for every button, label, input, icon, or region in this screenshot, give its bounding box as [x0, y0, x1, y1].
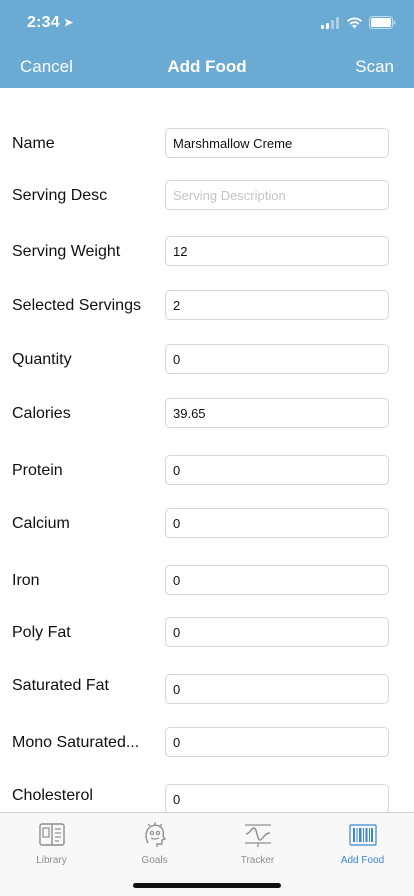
field-row-saturated-fat: Saturated Fat	[0, 670, 414, 710]
quantity-label: Quantity	[12, 351, 72, 368]
location-arrow-icon: ➤	[63, 17, 74, 29]
tab-add-food-label: Add Food	[340, 855, 385, 866]
field-row-cholesterol: Cholesterol	[0, 780, 414, 812]
add-food-screen: 2:34 ➤ Cancel Add Food Scan Name Marshma…	[0, 0, 414, 896]
calcium-label: Calcium	[12, 515, 70, 532]
protein-label: Protein	[12, 462, 63, 479]
library-book-icon	[38, 823, 65, 846]
barcode-icon	[348, 824, 377, 846]
calories-label: Calories	[12, 405, 71, 422]
tab-library-label: Library	[36, 855, 67, 866]
goals-head-icon	[144, 822, 166, 847]
iron-label: Iron	[12, 572, 40, 589]
field-row-quantity: Quantity	[0, 340, 414, 380]
selected-servings-label: Selected Servings	[12, 297, 141, 314]
serving-weight-field[interactable]	[165, 236, 389, 266]
tab-add-food[interactable]: Add Food	[311, 819, 414, 869]
battery-icon	[369, 16, 396, 29]
name-label: Name	[12, 135, 55, 152]
calories-field[interactable]	[165, 398, 389, 428]
field-row-serving-desc: Serving Desc	[0, 176, 414, 216]
status-icons	[321, 16, 396, 29]
mono-saturated-field[interactable]	[165, 727, 389, 757]
iron-field[interactable]	[165, 565, 389, 595]
tab-goals-label: Goals	[141, 855, 168, 866]
status-time: 2:34 ➤	[27, 14, 73, 32]
field-row-protein: Protein	[0, 451, 414, 491]
tab-tracker-label: Tracker	[240, 855, 275, 866]
wifi-icon	[347, 16, 362, 28]
cholesterol-field[interactable]	[165, 784, 389, 812]
field-row-mono-saturated: Mono Saturated...	[0, 723, 414, 763]
mono-saturated-label: Mono Saturated...	[12, 734, 140, 751]
page-title: Add Food	[167, 57, 247, 76]
field-row-selected-servings: Selected Servings	[0, 286, 414, 326]
calcium-field[interactable]	[165, 508, 389, 538]
poly-fat-field[interactable]	[165, 617, 389, 647]
field-row-calories: Calories	[0, 394, 414, 434]
field-row-poly-fat: Poly Fat	[0, 613, 414, 653]
tab-goals[interactable]: Goals	[103, 819, 206, 869]
serving-weight-label: Serving Weight	[12, 243, 121, 260]
tab-library[interactable]: Library	[0, 819, 103, 869]
poly-fat-label: Poly Fat	[12, 624, 71, 641]
serving-desc-label: Serving Desc	[12, 187, 108, 204]
serving-desc-field[interactable]	[165, 180, 389, 210]
field-row-calcium: Calcium	[0, 504, 414, 544]
field-row-serving-weight: Serving Weight	[0, 232, 414, 272]
field-row-iron: Iron	[0, 561, 414, 601]
saturated-fat-field[interactable]	[165, 674, 389, 704]
tab-tracker[interactable]: Tracker	[206, 819, 309, 869]
field-row-name: Name	[0, 124, 414, 164]
add-food-form: Name Serving Desc Serving Weight Selecte…	[0, 88, 414, 812]
protein-field[interactable]	[165, 455, 389, 485]
tracker-wave-icon	[244, 824, 271, 847]
cholesterol-label: Cholesterol	[12, 787, 93, 804]
quantity-field[interactable]	[165, 344, 389, 374]
selected-servings-field[interactable]	[165, 290, 389, 320]
saturated-fat-label: Saturated Fat	[12, 677, 109, 694]
scan-button[interactable]: Scan	[355, 57, 394, 77]
home-indicator[interactable]	[133, 883, 281, 888]
header-bar: 2:34 ➤ Cancel Add Food Scan	[0, 0, 414, 88]
cellular-signal-icon	[321, 16, 339, 29]
name-field[interactable]	[165, 128, 389, 158]
status-time-text: 2:34	[27, 14, 60, 31]
